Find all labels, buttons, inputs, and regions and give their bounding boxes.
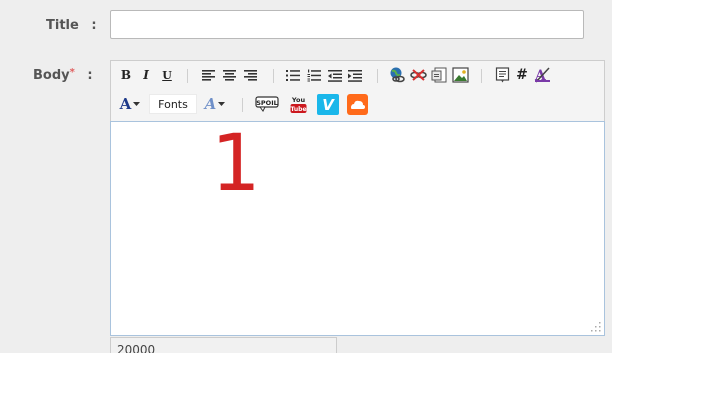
body-colon: :: [87, 68, 93, 83]
remove-format-icon[interactable]: A: [534, 67, 551, 83]
title-label: Title :: [46, 18, 97, 33]
align-right-icon[interactable]: [243, 68, 258, 82]
title-colon: :: [91, 18, 97, 33]
spoiler-text: SPOIL: [256, 99, 278, 107]
remove-link-icon[interactable]: [410, 67, 427, 83]
toolbar-separator: [187, 69, 188, 83]
bullet-list-icon[interactable]: [285, 68, 300, 82]
font-color-button[interactable]: A: [118, 94, 142, 114]
toolbar-separator: [481, 69, 482, 83]
character-counter: 20000: [110, 337, 337, 353]
body-editor[interactable]: 1: [110, 121, 605, 336]
bold-button[interactable]: B: [120, 67, 132, 83]
title-label-text: Title: [46, 18, 79, 33]
youtube-icon[interactable]: You Tube: [289, 94, 307, 114]
toolbar-separator: [242, 98, 243, 112]
fonts-select[interactable]: Fonts: [149, 94, 197, 114]
highlight-color-button[interactable]: A: [203, 94, 227, 114]
post-form-panel: Title : Body* : B I U # A A Fonts A SPOI…: [0, 0, 612, 353]
vimeo-letter: V: [322, 96, 335, 114]
align-left-icon[interactable]: [201, 68, 216, 82]
insert-file-icon[interactable]: [431, 67, 448, 83]
editor-content: 1: [211, 119, 261, 209]
italic-button[interactable]: I: [140, 67, 152, 83]
highlight-glyph: A: [204, 95, 217, 113]
insert-link-icon[interactable]: [389, 67, 406, 83]
align-center-icon[interactable]: [222, 68, 237, 82]
chevron-down-icon: [218, 101, 226, 106]
underline-button[interactable]: U: [161, 67, 173, 83]
required-mark: *: [69, 67, 75, 78]
body-label-text: Body: [33, 68, 70, 83]
font-color-glyph: A: [119, 95, 132, 113]
toolbar-separator: [377, 69, 378, 83]
youtube-top-text: You: [290, 96, 305, 104]
quote-icon[interactable]: [494, 67, 510, 83]
indent-icon[interactable]: [347, 68, 362, 82]
body-label: Body* :: [33, 67, 93, 83]
insert-image-icon[interactable]: [452, 67, 469, 83]
vimeo-icon[interactable]: V: [317, 94, 339, 115]
spoiler-icon[interactable]: SPOIL: [255, 95, 279, 113]
hash-icon[interactable]: #: [515, 66, 529, 83]
resize-grip-icon[interactable]: [591, 322, 601, 332]
soundcloud-icon[interactable]: [347, 94, 368, 115]
toolbar-separator: [273, 69, 274, 83]
numbered-list-icon[interactable]: [306, 68, 321, 82]
outdent-icon[interactable]: [327, 68, 342, 82]
chevron-down-icon: [133, 101, 141, 106]
editor-toolbar: B I U # A A Fonts A SPOIL You Tube V: [110, 60, 605, 122]
youtube-bottom-text: Tube: [290, 106, 306, 113]
title-input[interactable]: [110, 10, 584, 39]
